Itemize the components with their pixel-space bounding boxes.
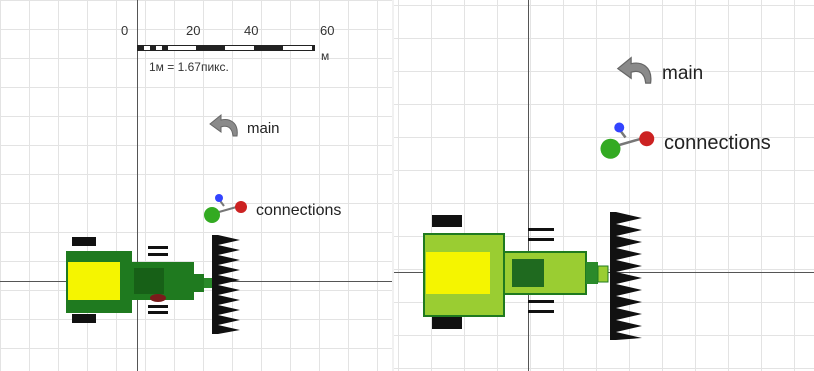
tractor-front-wheel-top-a — [528, 228, 554, 231]
tractor-with-harrow[interactable] — [0, 0, 392, 371]
tractor-front-wheel-bottom-a — [528, 300, 554, 303]
harrow-teeth — [218, 235, 240, 334]
tractor-engine — [134, 268, 164, 294]
tractor-rear-wheel-top — [432, 215, 462, 227]
tractor-rear-wheel-top — [72, 237, 96, 246]
tractor-hitch-arm — [597, 265, 609, 283]
harrow-teeth — [616, 212, 642, 340]
tractor-front-wheel-bottom-b — [148, 311, 168, 314]
harrow-frame — [212, 235, 218, 334]
tractor-hitch-arm — [204, 278, 212, 288]
harrow-frame — [610, 212, 616, 340]
tractor-front-wheel-bottom-b — [528, 310, 554, 313]
tractor-shadow-mark — [150, 294, 166, 302]
left-viewport[interactable]: 0 20 40 60 м 1м = 1.67пикс. main connect… — [0, 0, 392, 371]
tractor-front-wheel-bottom-a — [148, 305, 168, 308]
tractor-cabin — [68, 262, 120, 300]
tractor-hitch — [194, 274, 204, 292]
tractor-rear-wheel-bottom — [72, 314, 96, 323]
tractor-front-wheel-top-a — [148, 246, 168, 249]
tractor-hitch — [586, 262, 598, 284]
tractor-with-harrow-zoomed[interactable] — [394, 0, 814, 371]
tractor-cabin — [426, 252, 490, 294]
tractor-engine — [512, 259, 544, 287]
tractor-front-wheel-top-b — [528, 238, 554, 241]
tractor-front-wheel-top-b — [148, 253, 168, 256]
tractor-rear-wheel-bottom — [432, 317, 462, 329]
right-viewport[interactable]: main connections — [394, 0, 814, 371]
